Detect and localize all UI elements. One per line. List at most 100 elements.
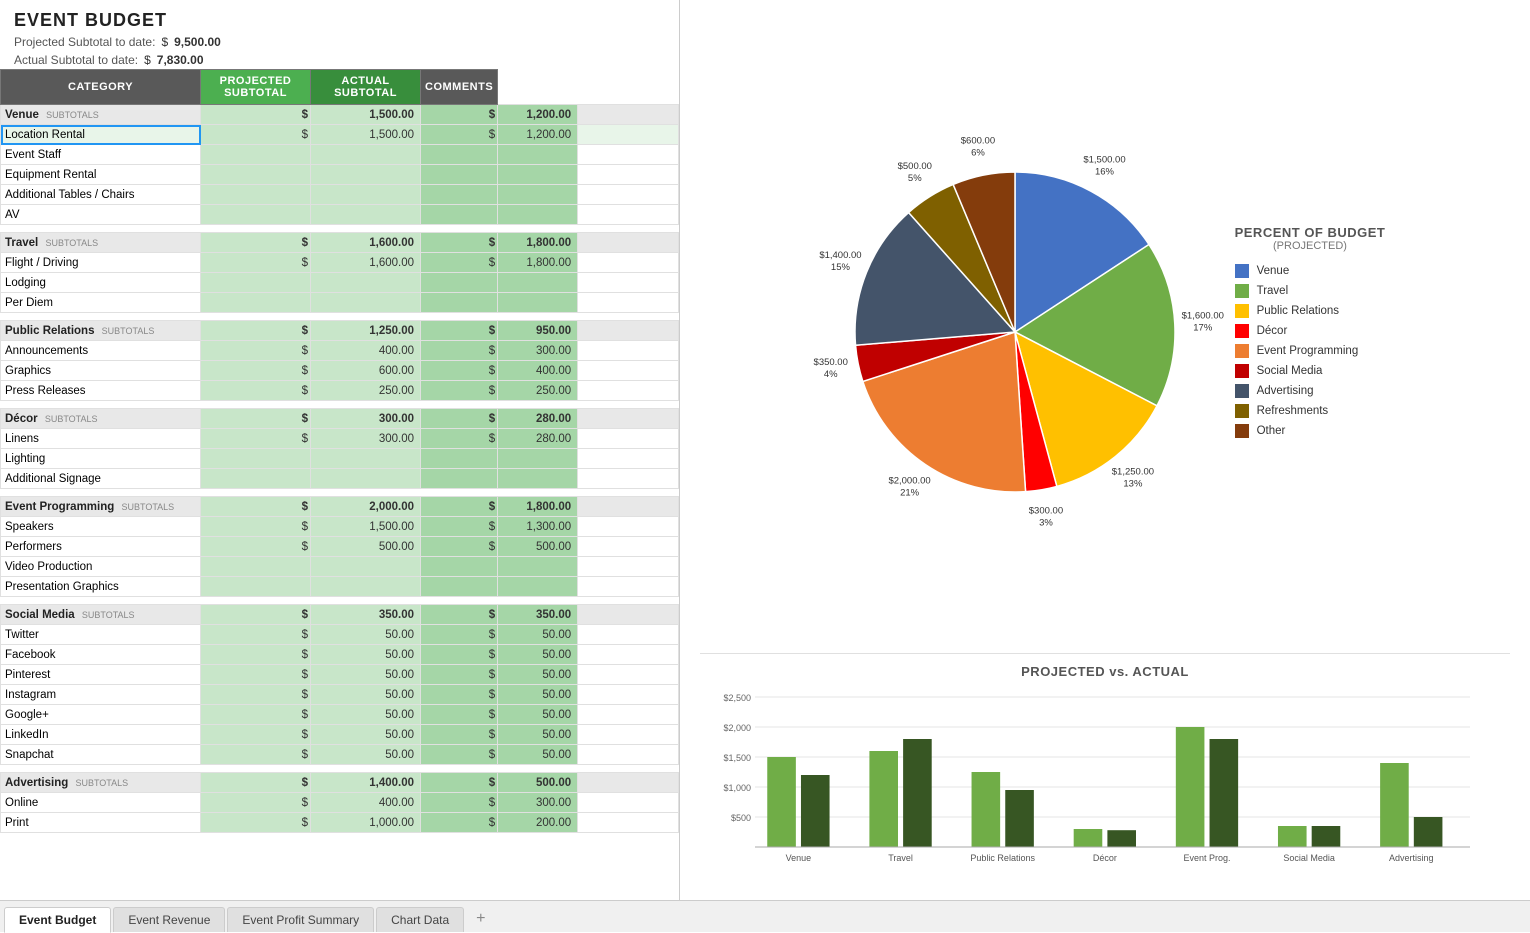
svg-text:16%: 16%: [1095, 166, 1115, 177]
legend-label: Public Relations: [1257, 305, 1339, 317]
pie-right: PERCENT OF BUDGET (PROJECTED) Venue Trav…: [1235, 225, 1386, 438]
item-label[interactable]: Press Releases: [1, 381, 201, 401]
pie-title: PERCENT OF BUDGET: [1235, 225, 1386, 240]
svg-text:Event Prog.: Event Prog.: [1183, 853, 1230, 863]
svg-text:Public Relations: Public Relations: [970, 853, 1035, 863]
item-label[interactable]: Presentation Graphics: [1, 577, 201, 597]
pie-subtitle: (PROJECTED): [1235, 240, 1386, 252]
budget-table-wrap[interactable]: CATEGORY PROJECTEDSUBTOTAL ACTUALSUBTOTA…: [0, 69, 679, 900]
legend-item-public-relations: Public Relations: [1235, 304, 1385, 318]
item-label[interactable]: Facebook: [1, 645, 201, 665]
bar-title: PROJECTED vs. ACTUAL: [700, 664, 1510, 679]
item-label[interactable]: Twitter: [1, 625, 201, 645]
bar-actual-5[interactable]: [1312, 826, 1341, 847]
legend-color: [1235, 264, 1249, 278]
tab-event-profit-summary[interactable]: Event Profit Summary: [227, 907, 374, 932]
bar-projected-2[interactable]: [972, 772, 1001, 847]
section-name: Décor SUBTOTALS: [1, 409, 201, 429]
item-label[interactable]: Lighting: [1, 449, 201, 469]
svg-text:$1,500.00: $1,500.00: [1083, 154, 1125, 165]
svg-text:$2,000.00: $2,000.00: [888, 475, 930, 486]
legend-item-event-programming: Event Programming: [1235, 344, 1385, 358]
item-label[interactable]: Video Production: [1, 557, 201, 577]
item-label[interactable]: Linens: [1, 429, 201, 449]
tab-event-revenue[interactable]: Event Revenue: [113, 907, 225, 932]
svg-text:Décor: Décor: [1093, 853, 1117, 863]
bar-projected-3[interactable]: [1074, 829, 1103, 847]
svg-text:13%: 13%: [1123, 478, 1143, 489]
chart-panel: $1,500.0016%$1,600.0017%$1,250.0013%$300…: [680, 0, 1530, 900]
pie-container: $1,500.0016%$1,600.0017%$1,250.0013%$300…: [825, 142, 1205, 522]
svg-text:$2,000: $2,000: [723, 723, 751, 733]
legend-item-social-media: Social Media: [1235, 364, 1385, 378]
legend-color: [1235, 404, 1249, 418]
item-label[interactable]: Snapchat: [1, 745, 201, 765]
legend-label: Venue: [1257, 265, 1290, 277]
section-name: Social Media SUBTOTALS: [1, 605, 201, 625]
tab-event-budget[interactable]: Event Budget: [4, 907, 111, 933]
item-label[interactable]: Location Rental: [1, 125, 201, 145]
bar-projected-5[interactable]: [1278, 826, 1307, 847]
legend-color: [1235, 384, 1249, 398]
svg-text:Travel: Travel: [888, 853, 913, 863]
item-label[interactable]: Per Diem: [1, 293, 201, 313]
legend-label: Other: [1257, 425, 1286, 437]
tab-chart-data[interactable]: Chart Data: [376, 907, 464, 932]
sheet-title: EVENT BUDGET: [0, 0, 679, 33]
item-label[interactable]: Print: [1, 813, 201, 833]
item-label[interactable]: Performers: [1, 537, 201, 557]
item-label[interactable]: Speakers: [1, 517, 201, 537]
item-label[interactable]: Instagram: [1, 685, 201, 705]
legend-item-refreshments: Refreshments: [1235, 404, 1385, 418]
item-label[interactable]: Equipment Rental: [1, 165, 201, 185]
header-comments: COMMENTS: [421, 70, 498, 105]
svg-text:Social Media: Social Media: [1283, 853, 1335, 863]
item-label[interactable]: Flight / Driving: [1, 253, 201, 273]
svg-text:$1,500: $1,500: [723, 753, 751, 763]
svg-text:$350.00: $350.00: [813, 357, 847, 368]
item-label[interactable]: Pinterest: [1, 665, 201, 685]
item-label[interactable]: Additional Tables / Chairs: [1, 185, 201, 205]
svg-text:$2,500: $2,500: [723, 693, 751, 703]
item-label[interactable]: AV: [1, 205, 201, 225]
section-name: Event Programming SUBTOTALS: [1, 497, 201, 517]
item-label[interactable]: Additional Signage: [1, 469, 201, 489]
bar-projected-6[interactable]: [1380, 763, 1409, 847]
legend-label: Event Programming: [1257, 345, 1359, 357]
bar-actual-6[interactable]: [1414, 817, 1443, 847]
tab-bar: Event BudgetEvent RevenueEvent Profit Su…: [0, 900, 1530, 932]
bar-projected-0[interactable]: [767, 757, 796, 847]
tab-add-button[interactable]: +: [466, 906, 495, 932]
item-label[interactable]: Announcements: [1, 341, 201, 361]
bar-projected-1[interactable]: [869, 751, 898, 847]
item-label[interactable]: Google+: [1, 705, 201, 725]
item-label[interactable]: Lodging: [1, 273, 201, 293]
bar-actual-4[interactable]: [1210, 739, 1239, 847]
legend-item-venue: Venue: [1235, 264, 1385, 278]
bar-actual-0[interactable]: [801, 775, 830, 847]
legend-color: [1235, 284, 1249, 298]
item-label[interactable]: Graphics: [1, 361, 201, 381]
item-label[interactable]: LinkedIn: [1, 725, 201, 745]
legend-item-advertising: Advertising: [1235, 384, 1385, 398]
spreadsheet-panel: EVENT BUDGET Projected Subtotal to date:…: [0, 0, 680, 900]
item-label[interactable]: Event Staff: [1, 145, 201, 165]
item-label[interactable]: Online: [1, 793, 201, 813]
bar-actual-3[interactable]: [1107, 830, 1136, 847]
svg-text:3%: 3%: [1039, 517, 1053, 528]
actual-value: 7,830.00: [157, 53, 204, 67]
section-name: Venue SUBTOTALS: [1, 105, 201, 125]
svg-text:$500.00: $500.00: [897, 160, 931, 171]
bar-projected-4[interactable]: [1176, 727, 1205, 847]
svg-text:$500: $500: [731, 813, 751, 823]
legend-color: [1235, 304, 1249, 318]
legend-label: Refreshments: [1257, 405, 1329, 417]
bar-actual-2[interactable]: [1005, 790, 1034, 847]
svg-text:Venue: Venue: [786, 853, 812, 863]
svg-text:$600.00: $600.00: [960, 135, 994, 146]
svg-text:Advertising: Advertising: [1389, 853, 1434, 863]
bar-actual-1[interactable]: [903, 739, 932, 847]
pie-section: $1,500.0016%$1,600.0017%$1,250.0013%$300…: [700, 10, 1510, 653]
svg-text:15%: 15%: [831, 262, 851, 273]
projected-summary-row: Projected Subtotal to date: $ 9,500.00: [0, 33, 679, 51]
